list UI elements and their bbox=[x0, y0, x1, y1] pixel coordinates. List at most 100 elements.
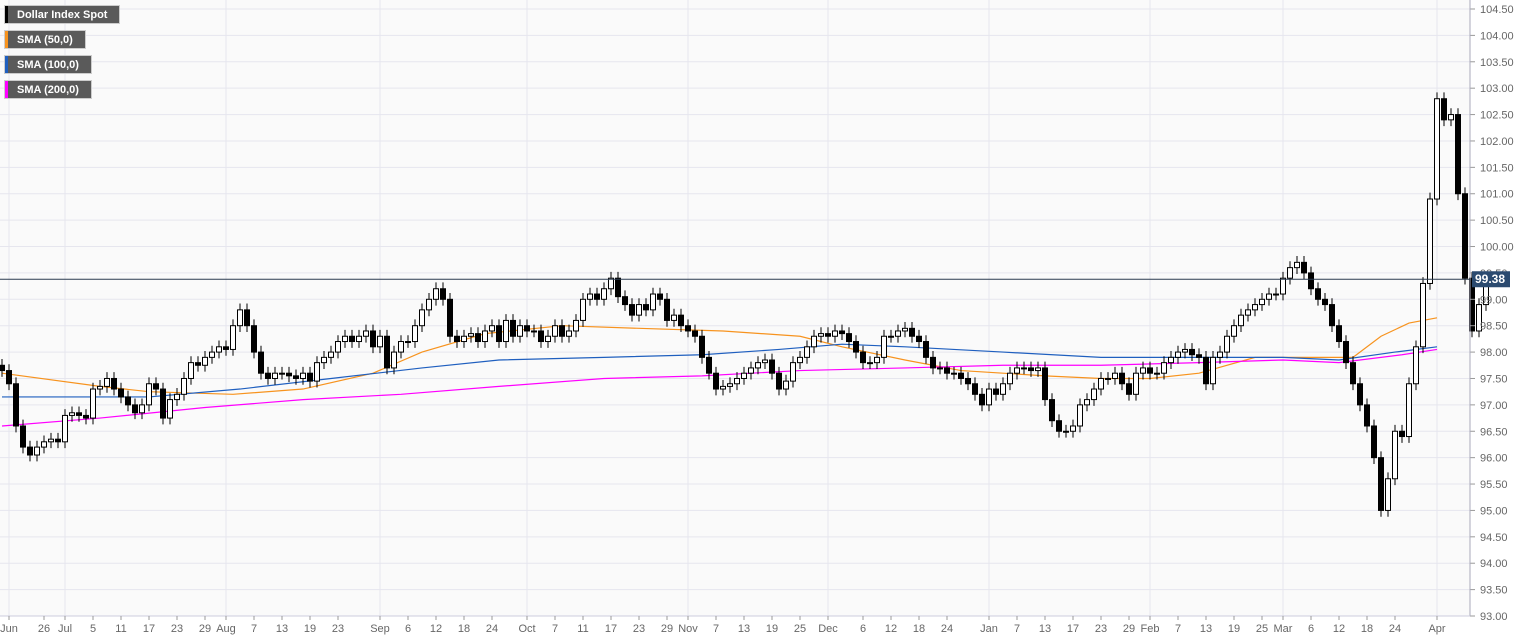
x-tick-label: Jan bbox=[980, 623, 998, 635]
y-tick-label: 98.50 bbox=[1480, 321, 1508, 333]
candle-body bbox=[1371, 425, 1377, 459]
candle-body bbox=[265, 372, 271, 379]
plot-area bbox=[0, 0, 1470, 616]
x-tick-label: 13 bbox=[276, 623, 288, 635]
candle-body bbox=[951, 372, 957, 375]
candle-body bbox=[832, 330, 838, 337]
candle-body bbox=[237, 309, 243, 327]
y-tick-label: 99.00 bbox=[1480, 294, 1508, 306]
candle-body bbox=[615, 277, 621, 298]
candle-body bbox=[1287, 267, 1293, 279]
candle-body bbox=[776, 372, 782, 390]
candle-body bbox=[902, 327, 908, 332]
candle-body bbox=[538, 330, 544, 343]
y-tick-label: 94.00 bbox=[1480, 558, 1508, 570]
candle-body bbox=[503, 319, 509, 343]
candle-body bbox=[1091, 388, 1097, 401]
candle-body bbox=[580, 298, 586, 321]
y-tick-label: 104.00 bbox=[1480, 30, 1514, 42]
candle-body bbox=[860, 351, 866, 364]
candle-body bbox=[307, 372, 313, 382]
candle-body bbox=[27, 446, 33, 456]
candle-body bbox=[1196, 354, 1202, 358]
x-tick-label: Nov bbox=[678, 623, 698, 635]
legend-label: SMA (50,0) bbox=[17, 33, 73, 46]
candle-body bbox=[629, 304, 635, 316]
current-price-label: 99.38 bbox=[1475, 272, 1505, 286]
candle-body bbox=[1105, 377, 1111, 380]
candle-body bbox=[433, 288, 439, 300]
candle-body bbox=[181, 377, 187, 395]
candle-body bbox=[1014, 367, 1020, 374]
candle-body bbox=[195, 362, 201, 366]
candle-body bbox=[1210, 356, 1216, 385]
x-tick-label: 6 bbox=[405, 623, 411, 635]
y-tick-label: 97.50 bbox=[1480, 373, 1508, 385]
candle-body bbox=[419, 309, 425, 327]
x-tick-label: Oct bbox=[518, 623, 535, 635]
candle-body bbox=[1315, 288, 1321, 300]
x-tick-label: 11 bbox=[115, 623, 126, 635]
candle-body bbox=[1441, 98, 1447, 121]
candle-body bbox=[55, 438, 61, 443]
candle-body bbox=[489, 325, 495, 332]
x-tick-label: Mar bbox=[1274, 623, 1293, 635]
x-tick-label: 12 bbox=[1333, 623, 1345, 635]
candle-body bbox=[1399, 430, 1405, 438]
x-tick-label: 7 bbox=[251, 623, 257, 635]
candle-body bbox=[818, 333, 824, 337]
x-tick-label: 7 bbox=[552, 623, 558, 635]
candle-body bbox=[230, 325, 236, 350]
candle-body bbox=[342, 335, 348, 343]
candle-body bbox=[1434, 98, 1440, 200]
x-tick-label: 25 bbox=[794, 623, 806, 635]
candle-body bbox=[853, 341, 859, 353]
y-tick-label: 104.50 bbox=[1480, 4, 1514, 16]
x-tick-label: 18 bbox=[1361, 623, 1373, 635]
candle-body bbox=[1119, 372, 1125, 385]
candle-body bbox=[559, 325, 565, 337]
candle-body bbox=[699, 335, 705, 358]
x-tick-label: 23 bbox=[1095, 623, 1107, 635]
x-tick-label: Dec bbox=[818, 623, 838, 635]
candle-body bbox=[1322, 298, 1328, 306]
y-tick-label: 95.00 bbox=[1480, 505, 1508, 517]
candle-body bbox=[223, 346, 229, 350]
candle-body bbox=[1098, 377, 1104, 390]
candle-body bbox=[1350, 362, 1356, 385]
candle-body bbox=[762, 359, 768, 364]
candle-body bbox=[1021, 367, 1027, 370]
candle-body bbox=[594, 293, 600, 300]
candle-body bbox=[188, 362, 194, 379]
candle-body bbox=[62, 414, 68, 443]
x-tick-label: 19 bbox=[1228, 623, 1240, 635]
candle-body bbox=[881, 335, 887, 358]
candle-body bbox=[790, 362, 796, 382]
candle-body bbox=[391, 351, 397, 369]
candle-body bbox=[104, 377, 110, 387]
legend-sma-200: SMA (200,0) bbox=[4, 80, 92, 99]
candle-body bbox=[454, 335, 460, 343]
candle-body bbox=[1364, 404, 1370, 427]
candle-body bbox=[650, 293, 656, 311]
candle-body bbox=[811, 335, 817, 348]
candle-body bbox=[517, 325, 523, 337]
x-tick-label: 7 bbox=[713, 623, 719, 635]
candle-body bbox=[69, 412, 75, 416]
x-tick-label: 24 bbox=[1389, 623, 1401, 635]
candle-body bbox=[321, 356, 327, 364]
candle-body bbox=[1147, 367, 1153, 374]
y-tick-label: 102.50 bbox=[1480, 110, 1514, 122]
y-tick-label: 103.00 bbox=[1480, 83, 1514, 95]
candle-body bbox=[1420, 282, 1426, 348]
x-tick-label: 12 bbox=[885, 623, 897, 635]
candle-body bbox=[405, 341, 411, 344]
x-tick-label: 19 bbox=[304, 623, 316, 635]
x-tick-label: 24 bbox=[486, 623, 498, 635]
y-tick-label: 96.50 bbox=[1480, 426, 1508, 438]
candle-body bbox=[986, 388, 992, 406]
candle-body bbox=[1168, 356, 1174, 364]
candle-body bbox=[1301, 261, 1307, 274]
candle-body bbox=[965, 377, 971, 385]
candle-body bbox=[48, 438, 54, 443]
